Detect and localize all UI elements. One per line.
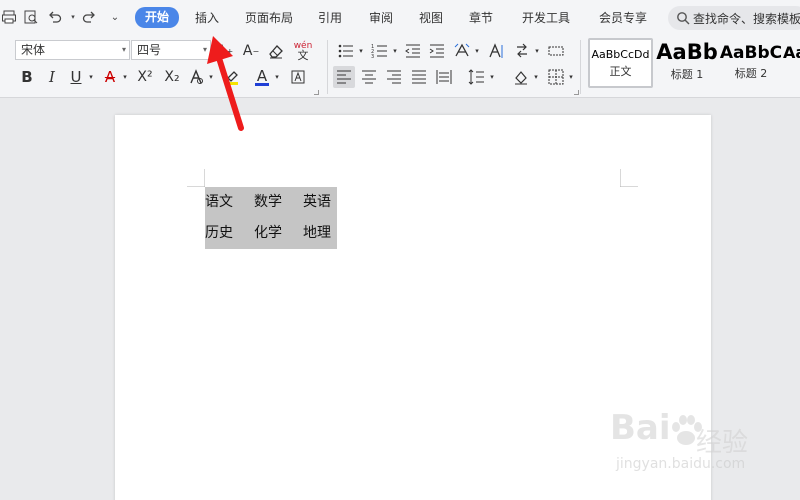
watermark-suffix: 经验 bbox=[696, 428, 749, 458]
tab-references[interactable]: 引用 bbox=[318, 8, 342, 28]
margin-corner-top-left-icon bbox=[187, 169, 205, 187]
style-heading-1[interactable]: AaBb 标题 1 bbox=[655, 38, 719, 88]
tab-view[interactable]: 视图 bbox=[419, 8, 443, 28]
align-left-button[interactable] bbox=[333, 66, 355, 88]
clear-format-icon[interactable] bbox=[265, 40, 287, 62]
borders-icon[interactable] bbox=[545, 66, 567, 88]
style-normal[interactable]: AaBbCcDd 正文 bbox=[588, 38, 653, 88]
char-border-icon[interactable] bbox=[288, 66, 308, 88]
increase-indent-icon[interactable] bbox=[426, 40, 448, 62]
style-heading-3[interactable]: Aa bbox=[783, 38, 800, 88]
strike-dropdown-icon[interactable]: ▾ bbox=[120, 66, 130, 88]
borders-dropdown-icon[interactable]: ▾ bbox=[567, 66, 575, 88]
sort-dropdown-icon[interactable]: ▾ bbox=[533, 40, 541, 62]
style-normal-sample: AaBbCcDd bbox=[591, 48, 650, 61]
margin-corner-top-right-icon bbox=[620, 169, 638, 187]
underline-dropdown-icon[interactable]: ▾ bbox=[86, 66, 96, 88]
numbered-list-icon[interactable]: 123 bbox=[369, 40, 391, 62]
group-divider bbox=[327, 40, 328, 94]
table-cell[interactable]: 化学 bbox=[254, 224, 282, 242]
font-color-bar bbox=[255, 82, 269, 86]
distribute-button[interactable] bbox=[433, 66, 455, 88]
tab-section[interactable]: 章节 bbox=[469, 8, 493, 28]
tab-developer[interactable]: 开发工具 bbox=[522, 8, 570, 28]
bullet-list-icon[interactable] bbox=[335, 40, 357, 62]
table-cell[interactable]: 地理 bbox=[303, 224, 331, 242]
watermark-url: jingyan.baidu.com bbox=[616, 456, 746, 472]
svg-text:3: 3 bbox=[371, 54, 374, 60]
customize-icon[interactable]: ⌄ bbox=[106, 8, 124, 26]
table-cell[interactable]: 历史 bbox=[205, 224, 233, 242]
bullet-dropdown-icon[interactable]: ▾ bbox=[357, 40, 365, 62]
font-color-glyph: A bbox=[256, 66, 268, 85]
ribbon-toolbar: 宋体 ▾ 四号 ▾ A+ A− wén文 B I U ▾ A ▾ X² X₂ ▾… bbox=[0, 36, 800, 98]
superscript-button[interactable]: X² bbox=[133, 66, 157, 88]
subscript-button[interactable]: X₂ bbox=[160, 66, 184, 88]
print-icon[interactable] bbox=[0, 8, 18, 26]
style-heading-2-sample: AaBbC bbox=[719, 43, 783, 63]
style-heading-3-sample: Aa bbox=[783, 43, 800, 62]
justify-button[interactable] bbox=[408, 66, 430, 88]
table-grid-icon[interactable] bbox=[545, 40, 567, 62]
align-right-button[interactable] bbox=[383, 66, 405, 88]
chinese-layout-icon[interactable] bbox=[451, 40, 473, 62]
chinese-layout-dropdown-icon[interactable]: ▾ bbox=[473, 40, 481, 62]
style-heading-2-label: 标题 2 bbox=[734, 67, 768, 80]
paragraph-group-launcher-icon[interactable] bbox=[574, 90, 579, 95]
font-size-value: 四号 bbox=[137, 43, 162, 57]
command-search[interactable]: 查找命令、搜索模板 bbox=[668, 6, 800, 30]
search-icon bbox=[677, 12, 690, 25]
shading-dropdown-icon[interactable]: ▾ bbox=[532, 66, 540, 88]
font-name-select[interactable]: 宋体 ▾ bbox=[15, 40, 130, 60]
line-spacing-icon[interactable] bbox=[466, 66, 488, 88]
group-divider bbox=[580, 40, 581, 94]
decrease-indent-icon[interactable] bbox=[402, 40, 424, 62]
bold-button[interactable]: B bbox=[17, 66, 37, 88]
style-normal-label: 正文 bbox=[609, 65, 632, 78]
style-heading-1-sample: AaBb bbox=[656, 40, 718, 64]
shading-icon[interactable] bbox=[510, 66, 532, 88]
align-center-button[interactable] bbox=[358, 66, 380, 88]
chevron-down-icon: ▾ bbox=[121, 45, 126, 54]
table-cell[interactable]: 语文 bbox=[205, 193, 233, 211]
table-cell[interactable]: 英语 bbox=[303, 193, 331, 211]
watermark-brand: Bai bbox=[610, 408, 671, 448]
font-name-value: 宋体 bbox=[21, 43, 46, 57]
style-heading-1-label: 标题 1 bbox=[670, 68, 704, 81]
font-group-launcher-icon[interactable] bbox=[314, 90, 319, 95]
search-placeholder: 查找命令、搜索模板 bbox=[693, 11, 800, 26]
undo-icon[interactable] bbox=[46, 8, 64, 26]
italic-button[interactable]: I bbox=[42, 66, 62, 88]
table-cell[interactable]: 数学 bbox=[254, 193, 282, 211]
menu-bar: ▾ ⌄ 开始 插入 页面布局 引用 审阅 视图 章节 开发工具 会员专享 查找命… bbox=[0, 0, 800, 36]
print-preview-icon[interactable] bbox=[22, 8, 40, 26]
tab-insert[interactable]: 插入 bbox=[195, 8, 219, 28]
strikethrough-button[interactable]: A bbox=[100, 66, 120, 88]
sort-icon[interactable] bbox=[511, 40, 533, 62]
numbered-dropdown-icon[interactable]: ▾ bbox=[391, 40, 399, 62]
underline-button[interactable]: U bbox=[66, 66, 86, 88]
tab-page-layout[interactable]: 页面布局 bbox=[245, 8, 293, 28]
phonetic-guide-icon[interactable]: wén 文 bbox=[290, 40, 316, 62]
redo-icon[interactable] bbox=[80, 8, 98, 26]
show-marks-icon[interactable] bbox=[486, 40, 506, 62]
style-gallery: AaBbCcDd 正文 AaBb 标题 1 AaBbC 标题 2 Aa bbox=[585, 38, 800, 88]
baidu-watermark: Bai 经验 jingyan.baidu.com bbox=[610, 408, 800, 500]
font-color-dropdown-icon[interactable]: ▾ bbox=[272, 66, 282, 88]
style-heading-2[interactable]: AaBbC 标题 2 bbox=[719, 38, 783, 88]
line-spacing-dropdown-icon[interactable]: ▾ bbox=[488, 66, 496, 88]
tab-home[interactable]: 开始 bbox=[135, 7, 180, 28]
font-color-button[interactable]: A bbox=[252, 66, 272, 88]
annotation-arrow-icon bbox=[207, 36, 244, 131]
tab-member[interactable]: 会员专享 bbox=[599, 8, 647, 28]
selected-text-block[interactable]: 语文 数学 英语 历史 化学 地理 bbox=[205, 187, 337, 249]
tab-review[interactable]: 审阅 bbox=[369, 8, 393, 28]
